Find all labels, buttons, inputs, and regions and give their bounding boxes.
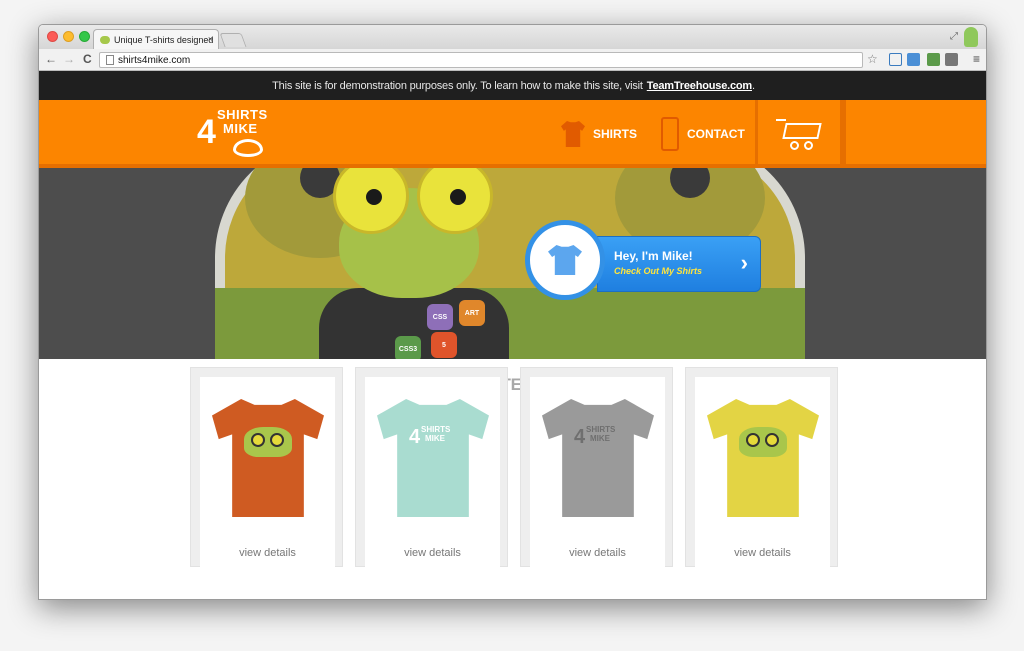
url-text: shirts4mike.com bbox=[118, 54, 191, 66]
browser-tab[interactable]: Unique T-shirts designed × bbox=[93, 29, 219, 49]
site-header: SHIRTS MIKE 4 SHIRTS CONTACT bbox=[39, 100, 986, 168]
close-tab-icon[interactable]: × bbox=[208, 34, 213, 44]
minimize-window-button[interactable] bbox=[63, 31, 74, 42]
shirt-icon bbox=[561, 121, 585, 147]
product-image-area: view details bbox=[200, 377, 335, 567]
tab-strip: Unique T-shirts designed × ⤢ bbox=[39, 25, 986, 49]
logo-print-four: 4 bbox=[574, 426, 586, 448]
view-details-link[interactable]: view details bbox=[200, 547, 335, 559]
zoom-window-button[interactable] bbox=[79, 31, 90, 42]
chevron-right-icon: › bbox=[740, 250, 748, 275]
demo-notice-text: This site is for demonstration purposes … bbox=[272, 79, 643, 92]
tshirt-image[interactable] bbox=[212, 399, 324, 517]
shopping-cart-icon bbox=[776, 117, 822, 151]
browser-window: Unique T-shirts designed × ⤢ ← → C shirt… bbox=[38, 24, 987, 600]
logo-text-four: 4 bbox=[197, 113, 216, 151]
html5-badge: 5 bbox=[431, 332, 457, 358]
product-image-area: SHIRTS MIKE 4 view details bbox=[530, 377, 665, 567]
view-details-link[interactable]: view details bbox=[365, 547, 500, 559]
logo-print-mike: MIKE bbox=[425, 434, 445, 443]
view-details-link[interactable]: view details bbox=[695, 547, 830, 559]
demo-notice-bar: This site is for demonstration purposes … bbox=[39, 71, 986, 100]
fullscreen-icon[interactable]: ⤢ bbox=[950, 31, 958, 42]
address-bar[interactable]: shirts4mike.com bbox=[99, 52, 863, 68]
cta-subtitle: Check Out My Shirts bbox=[614, 266, 703, 276]
extension-icon[interactable] bbox=[907, 53, 920, 66]
treehouse-link[interactable]: TeamTreehouse.com bbox=[647, 80, 752, 92]
forward-button[interactable]: → bbox=[63, 52, 75, 66]
nav-shirts-label: SHIRTS bbox=[593, 127, 638, 141]
nav-contact-label: CONTACT bbox=[687, 127, 745, 141]
product-card[interactable]: SHIRTS MIKE 4 view details bbox=[520, 367, 673, 567]
product-card[interactable]: SHIRTS MIKE 4 view details bbox=[355, 367, 508, 567]
cta-title: Hey, I'm Mike! bbox=[614, 249, 693, 263]
shirts4mike-logo-icon: SHIRTS MIKE 4 bbox=[574, 421, 624, 461]
reload-button[interactable]: C bbox=[83, 52, 92, 66]
logo-print-shirts: SHIRTS bbox=[586, 425, 616, 434]
logo-print-four: 4 bbox=[409, 426, 421, 448]
cta-panel: Hey, I'm Mike! Check Out My Shirts › bbox=[597, 236, 761, 292]
menu-icon[interactable]: ≡ bbox=[973, 52, 980, 66]
extension-icon[interactable] bbox=[927, 53, 940, 66]
page-icon bbox=[106, 55, 114, 65]
frog-face-icon bbox=[244, 427, 292, 457]
product-list: view details SHIRTS MIKE 4 view details SHIRT… bbox=[190, 367, 838, 567]
logo-print-shirts: SHIRTS bbox=[421, 425, 451, 434]
leaf-icon bbox=[233, 139, 263, 157]
check-out-shirts-button[interactable]: Hey, I'm Mike! Check Out My Shirts › bbox=[525, 220, 801, 300]
back-button[interactable]: ← bbox=[45, 52, 57, 66]
tshirt-image[interactable] bbox=[707, 399, 819, 517]
logo-print-mike: MIKE bbox=[590, 434, 610, 443]
css-badge: CSS bbox=[427, 304, 453, 330]
nav-shirts[interactable]: SHIRTS bbox=[561, 100, 661, 168]
close-window-button[interactable] bbox=[47, 31, 58, 42]
bookmark-star-icon[interactable]: ☆ bbox=[867, 52, 878, 66]
product-card[interactable]: view details bbox=[190, 367, 343, 567]
new-tab-button[interactable] bbox=[219, 33, 247, 47]
demo-notice-suffix: . bbox=[751, 79, 755, 92]
window-controls bbox=[47, 31, 90, 42]
header-spacer bbox=[843, 100, 986, 168]
shirts4mike-logo[interactable]: SHIRTS MIKE 4 bbox=[197, 107, 281, 161]
hero-banner: CSS ART CSS3 5 Hey, I'm Mike! Check Out … bbox=[39, 168, 986, 359]
desktop: Unique T-shirts designed × ⤢ ← → C shirt… bbox=[0, 0, 1024, 651]
phone-icon bbox=[661, 117, 679, 151]
extension-icon[interactable] bbox=[945, 53, 958, 66]
product-image-area: SHIRTS MIKE 4 view details bbox=[365, 377, 500, 567]
product-card[interactable]: view details bbox=[685, 367, 838, 567]
cta-circle bbox=[525, 220, 605, 300]
art-badge: ART bbox=[459, 300, 485, 326]
extension-icon[interactable] bbox=[889, 53, 902, 66]
view-details-link[interactable]: view details bbox=[530, 547, 665, 559]
product-image-area: view details bbox=[695, 377, 830, 567]
tab-title: Unique T-shirts designed bbox=[114, 34, 214, 45]
frog-face-icon bbox=[739, 427, 787, 457]
nav-contact[interactable]: CONTACT bbox=[661, 100, 757, 168]
mike-frog-mascot: CSS ART CSS3 5 bbox=[309, 168, 509, 359]
shirts4mike-logo-icon: SHIRTS MIKE 4 bbox=[409, 421, 459, 461]
css3-badge: CSS3 bbox=[395, 336, 421, 359]
logo-text-mike: MIKE bbox=[223, 121, 258, 136]
tshirt-icon bbox=[548, 245, 582, 275]
logo-text-shirts: SHIRTS bbox=[217, 107, 268, 122]
profile-icon[interactable] bbox=[964, 27, 978, 47]
cart-button[interactable] bbox=[755, 100, 843, 168]
frog-favicon-icon bbox=[100, 35, 110, 44]
browser-toolbar: ← → C shirts4mike.com ☆ ≡ bbox=[39, 49, 986, 71]
